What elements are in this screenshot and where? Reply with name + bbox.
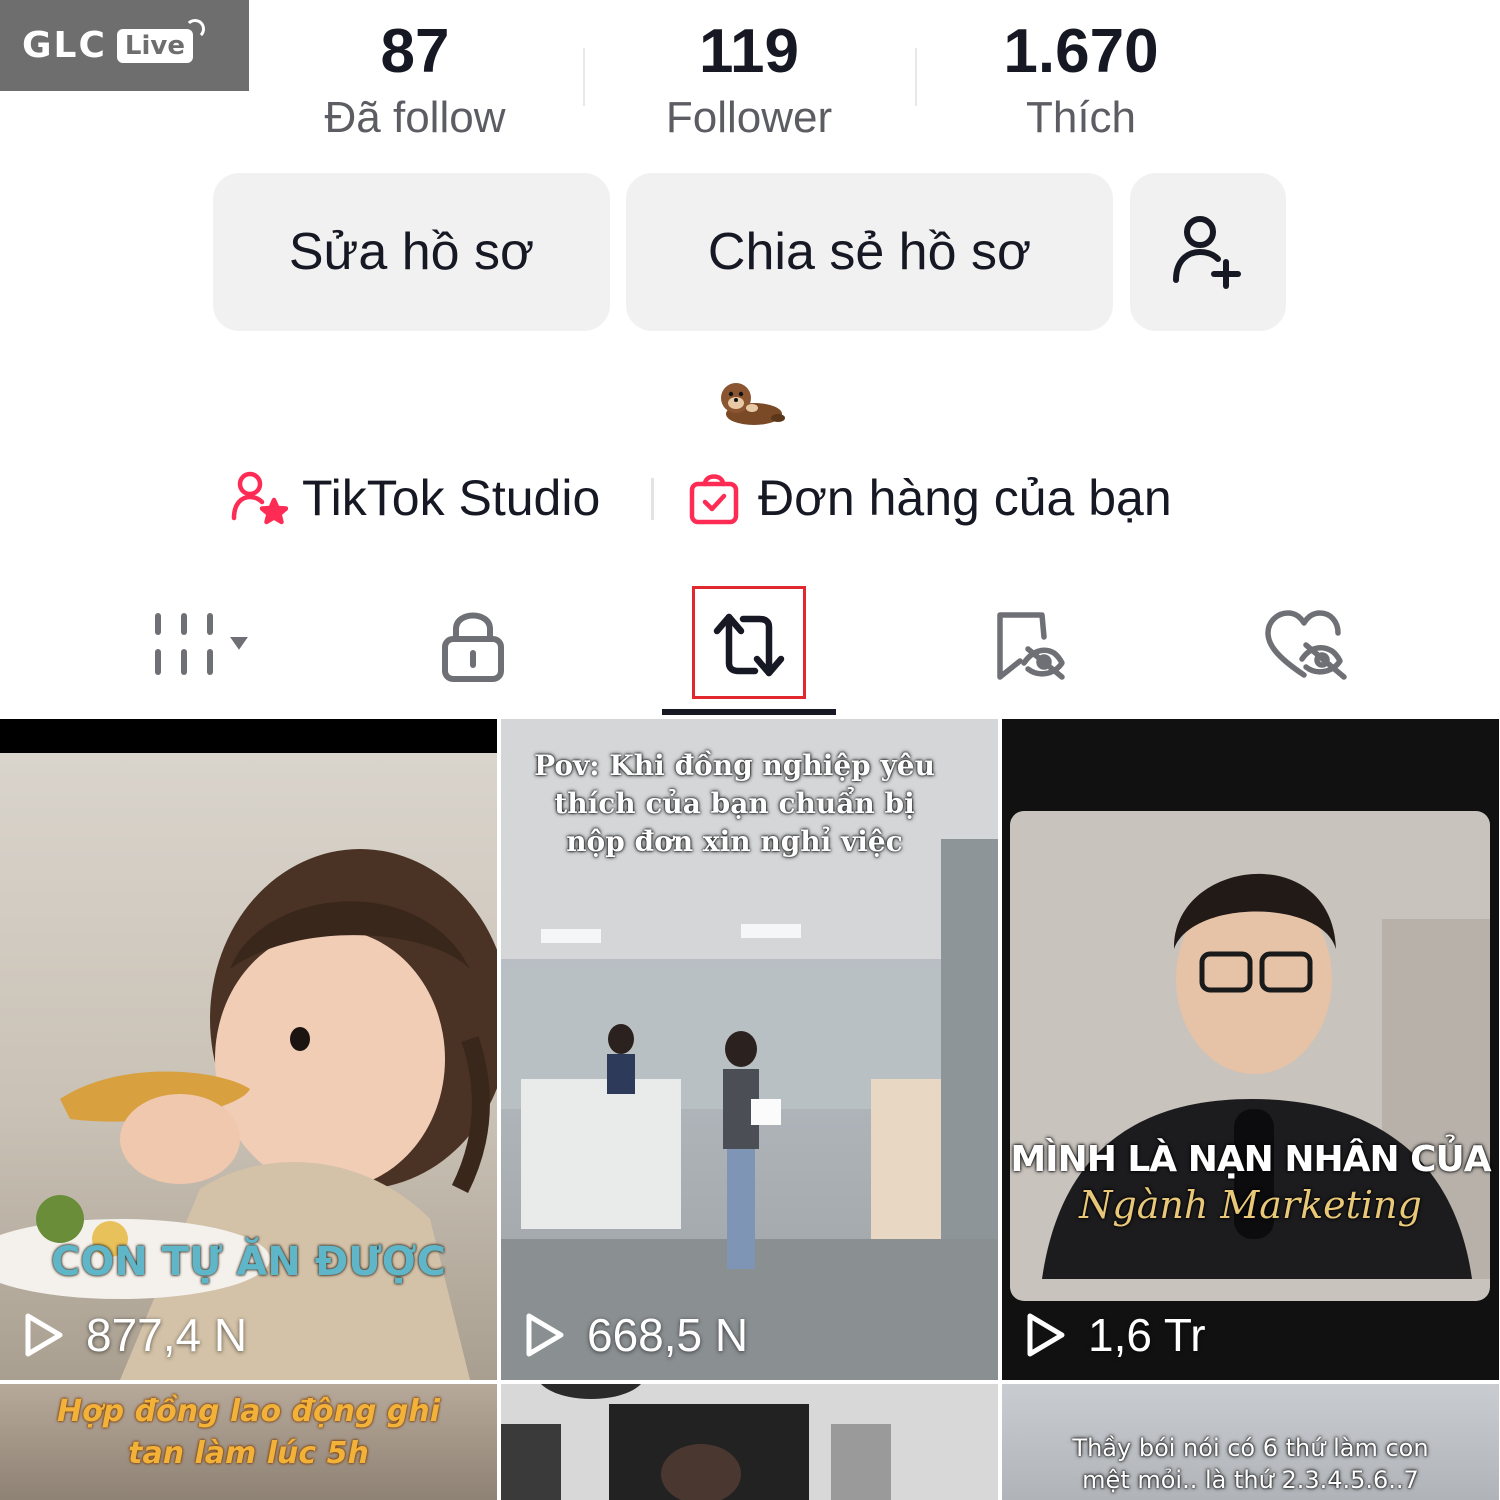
edit-profile-label: Sửa hồ sơ bbox=[288, 223, 535, 281]
tab-private[interactable] bbox=[418, 590, 528, 700]
followers-count: 119 bbox=[698, 17, 800, 86]
tab-liked[interactable] bbox=[1258, 590, 1354, 700]
bookmark-hidden-icon bbox=[997, 612, 1065, 680]
orders-link[interactable]: Đơn hàng của bạn bbox=[688, 466, 1172, 530]
active-tab-indicator bbox=[662, 709, 836, 715]
stat-likes[interactable]: 1.670 Thích bbox=[916, 18, 1246, 150]
watermark-badge: Live bbox=[116, 18, 206, 63]
video-thumbnail[interactable]: MÌNH LÀ NẠN NHÂN CỦA Ngành Marketing 1,6… bbox=[1002, 719, 1499, 1380]
creator-star-icon bbox=[231, 471, 288, 525]
video-caption-line1: Hợp đồng lao động ghi bbox=[56, 1394, 441, 1429]
video-caption-line2: Ngành Marketing bbox=[1079, 1183, 1422, 1227]
view-count: 877,4 N bbox=[86, 1309, 248, 1361]
tiktok-studio-label: TikTok Studio bbox=[302, 470, 601, 526]
view-count-row: 668,5 N bbox=[523, 1308, 748, 1362]
grid-dropdown-icon bbox=[155, 613, 248, 675]
video-caption-line1: Thầy bói nói có 6 thứ làm con bbox=[1072, 1434, 1429, 1462]
video-thumbnail[interactable]: Hợp đồng lao động ghi tan làm lúc 5h bbox=[0, 1384, 497, 1500]
likes-count: 1.670 bbox=[1003, 17, 1159, 86]
stat-following[interactable]: 87 Đã follow bbox=[250, 18, 580, 150]
view-count-row: 1,6 Tr bbox=[1024, 1308, 1206, 1362]
share-profile-button[interactable]: Chia sẻ hồ sơ bbox=[626, 173, 1113, 331]
followers-label: Follower bbox=[665, 93, 833, 142]
watermark-brand: GLC bbox=[22, 25, 107, 66]
man-portrait-image bbox=[1010, 811, 1490, 1301]
tab-favorites[interactable] bbox=[980, 590, 1080, 700]
heart-hidden-icon bbox=[1265, 610, 1347, 680]
share-profile-label: Chia sẻ hồ sơ bbox=[707, 223, 1032, 281]
play-icon bbox=[25, 1313, 63, 1357]
stat-followers[interactable]: 119 Follower bbox=[584, 18, 914, 150]
video-caption-line2: tan làm lúc 5h bbox=[128, 1436, 369, 1471]
tab-videos[interactable] bbox=[130, 590, 260, 700]
video-thumbnail[interactable]: CON TỰ ĂN ĐƯỢC 877,4 N bbox=[0, 719, 497, 1380]
likes-label: Thích bbox=[1025, 93, 1137, 142]
video-thumbnail[interactable] bbox=[501, 1384, 998, 1500]
glc-live-watermark: GLC Live bbox=[0, 0, 249, 91]
tab-reposts[interactable] bbox=[692, 590, 806, 700]
links-divider bbox=[651, 478, 654, 520]
view-count: 668,5 N bbox=[587, 1309, 749, 1361]
add-friend-button[interactable] bbox=[1130, 173, 1286, 331]
repost-icon bbox=[713, 613, 785, 677]
video-caption: Pov: Khi đồng nghiệp yêu thích của bạn c… bbox=[534, 749, 935, 858]
office-monitor-image bbox=[501, 1384, 891, 1500]
view-count-row: 877,4 N bbox=[22, 1308, 247, 1362]
following-label: Đã follow bbox=[324, 93, 506, 142]
tiktok-studio-link[interactable]: TikTok Studio bbox=[230, 466, 600, 530]
shopping-bag-icon bbox=[689, 474, 739, 525]
lock-icon bbox=[442, 612, 504, 682]
add-person-icon bbox=[1173, 216, 1241, 289]
video-caption-line1: MÌNH LÀ NẠN NHÂN CỦA bbox=[1010, 1139, 1491, 1180]
edit-profile-button[interactable]: Sửa hồ sơ bbox=[213, 173, 610, 331]
view-count: 1,6 Tr bbox=[1088, 1309, 1206, 1361]
orders-label: Đơn hàng của bạn bbox=[758, 470, 1172, 526]
following-count: 87 bbox=[380, 17, 450, 86]
play-icon bbox=[1027, 1313, 1065, 1357]
play-icon bbox=[526, 1313, 564, 1357]
video-thumbnail[interactable]: Thầy bói nói có 6 thứ làm con mệt mỏi.. … bbox=[1002, 1384, 1499, 1500]
video-thumbnail[interactable]: Pov: Khi đồng nghiệp yêu thích của bạn c… bbox=[501, 719, 998, 1380]
video-caption-line2: mệt mỏi.. là thứ 2.3.4.5.6..7 bbox=[1082, 1466, 1419, 1494]
otter-emoji bbox=[721, 383, 785, 425]
video-caption: CON TỰ ĂN ĐƯỢC bbox=[51, 1239, 446, 1285]
